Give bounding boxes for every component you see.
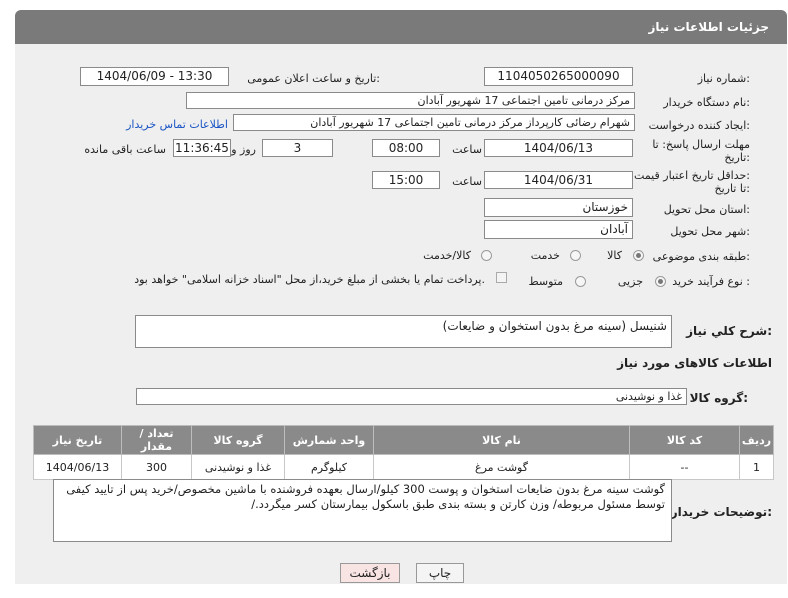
category-radio-goods[interactable] xyxy=(633,250,644,261)
remaining-label: ساعت باقی مانده xyxy=(84,143,166,156)
validity-hour-label: ساعت xyxy=(452,175,482,188)
page-header: جزئیات اطلاعات نیاز xyxy=(15,10,787,44)
announce-datetime-field: 1404/06/09 - 13:30 xyxy=(80,67,229,86)
reply-deadline-label-2: تاریخ: xyxy=(724,151,750,164)
remaining-time-field: 11:36:45 xyxy=(173,139,231,157)
process-option-medium: متوسط xyxy=(528,275,563,288)
goods-group-field: غذا و نوشیدنی xyxy=(136,388,687,405)
need-number-field: 1104050265000090 xyxy=(484,67,633,86)
cell-row: 1 xyxy=(739,454,774,480)
general-desc-field[interactable]: شنیسل (سینه مرغ بدون استخوان و ضایعات) xyxy=(135,315,672,348)
back-button[interactable]: بازگشت xyxy=(340,563,400,583)
city-label: شهر محل تحویل: xyxy=(670,225,750,238)
category-label: طبقه بندی موضوعی: xyxy=(652,250,750,263)
print-button[interactable]: چاپ xyxy=(416,563,464,583)
category-option-goods-service: کالا/خدمت xyxy=(423,249,471,262)
city-field: آبادان xyxy=(484,220,633,239)
reply-date-field: 1404/06/13 xyxy=(484,139,633,157)
cell-group: غذا و نوشیدنی xyxy=(191,454,285,480)
payment-note: پرداخت تمام یا بخشی از مبلغ خرید،از محل … xyxy=(134,273,485,286)
requester-label: ایجاد کننده درخواست: xyxy=(648,119,750,132)
goods-table: ردیف کد کالا نام کالا واحد شمارش گروه کا… xyxy=(33,425,774,480)
price-validity-label-1: حداقل تاریخ اعتبار قیمت: xyxy=(634,169,750,182)
buyer-org-label: نام دستگاه خریدار: xyxy=(663,96,750,109)
col-need-date: تاریخ نیاز xyxy=(33,425,122,455)
day-and-label: روز و xyxy=(231,143,256,156)
cell-unit: کیلوگرم xyxy=(284,454,374,480)
reply-time-field: 08:00 xyxy=(372,139,440,157)
category-radio-goods-service[interactable] xyxy=(481,250,492,261)
cell-need-date: 1404/06/13 xyxy=(33,454,122,480)
validity-date-field: 1404/06/31 xyxy=(484,171,633,189)
table-row[interactable]: 1 -- گوشت مرغ کیلوگرم غذا و نوشیدنی 300 … xyxy=(33,454,774,480)
buyer-org-field: مرکز درمانی تامین اجتماعی 17 شهریور آباد… xyxy=(186,92,635,109)
category-option-goods: کالا xyxy=(607,249,622,262)
reply-deadline-label-1: مهلت ارسال پاسخ: تا xyxy=(652,138,750,151)
days-field: 3 xyxy=(262,139,333,157)
col-unit: واحد شمارش xyxy=(284,425,374,455)
process-option-minor: جزیی xyxy=(617,275,643,288)
process-label: نوع فرآیند خرید : xyxy=(672,275,750,288)
province-field: خوزستان xyxy=(484,198,633,217)
col-quantity: تعداد / مقدار xyxy=(121,425,192,455)
buyer-contact-link[interactable]: اطلاعات تماس خریدار xyxy=(126,118,228,131)
process-radio-medium[interactable] xyxy=(575,276,586,287)
cell-name: گوشت مرغ xyxy=(373,454,630,480)
reply-hour-label: ساعت xyxy=(452,143,482,156)
goods-group-label: گروه کالا: xyxy=(689,391,748,405)
announce-datetime-label: تاریخ و ساعت اعلان عمومی: xyxy=(247,72,380,85)
requester-field: شهرام رضائی کارپرداز مرکز درمانی تامین ا… xyxy=(233,114,635,131)
need-number-label: شماره نیاز: xyxy=(697,72,750,85)
province-label: استان محل تحویل: xyxy=(663,203,750,216)
cell-quantity: 300 xyxy=(121,454,192,480)
process-radio-minor[interactable] xyxy=(655,276,666,287)
general-desc-label: شرح کلي نياز: xyxy=(686,324,772,338)
col-row: ردیف xyxy=(739,425,774,455)
col-name: نام کالا xyxy=(373,425,630,455)
goods-table-header-row: ردیف کد کالا نام کالا واحد شمارش گروه کا… xyxy=(33,425,774,455)
category-option-service: خدمت xyxy=(530,249,560,262)
page-title: جزئیات اطلاعات نیاز xyxy=(648,20,769,34)
buyer-notes-field[interactable]: گوشت سینه مرغ بدون ضایعات استخوان و پوست… xyxy=(53,479,672,542)
goods-info-heading: اطلاعات کالاهای مورد نیاز xyxy=(617,356,772,370)
category-radio-service[interactable] xyxy=(570,250,581,261)
price-validity-label-2: تا تاریخ: xyxy=(714,182,750,195)
col-code: کد کالا xyxy=(629,425,740,455)
validity-time-field: 15:00 xyxy=(372,171,440,189)
col-group: گروه کالا xyxy=(191,425,285,455)
payment-checkbox[interactable] xyxy=(496,272,507,283)
buyer-notes-label: توضیحات خریدار: xyxy=(670,505,772,519)
cell-code: -- xyxy=(629,454,740,480)
